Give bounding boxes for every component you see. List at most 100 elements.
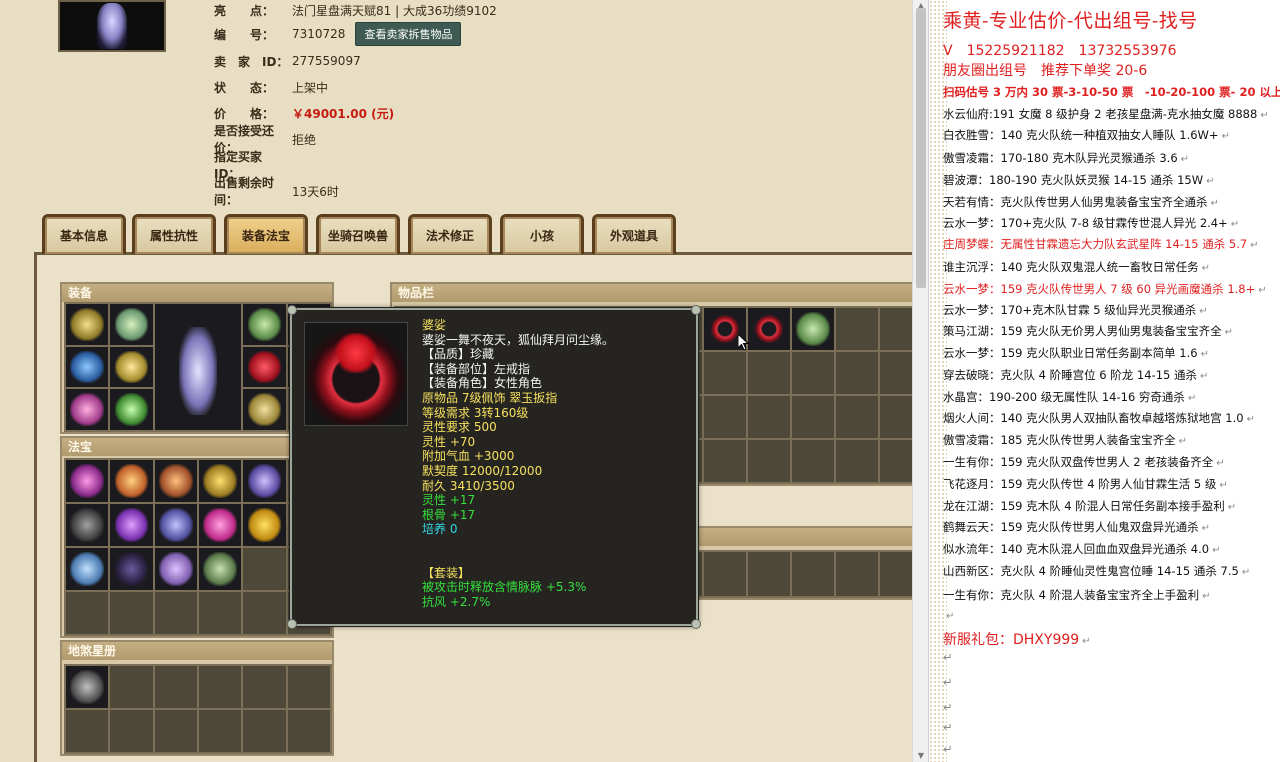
tab-equipment[interactable]: 装备法宝 xyxy=(224,214,308,254)
inventory-slot[interactable] xyxy=(880,440,912,482)
chat-line-text: 傲雪凌霜：170-180 克木队异光灵猴通杀 3.6 xyxy=(943,151,1178,165)
inventory-slot[interactable] xyxy=(836,352,878,394)
star-slot[interactable] xyxy=(198,666,242,708)
chat-line-text: 穿去破晓：克火队 4 阶睡宫位 6 阶龙 14-15 通杀 xyxy=(943,368,1197,382)
star-slot[interactable] xyxy=(287,710,330,752)
tab-appearance[interactable]: 外观道具 xyxy=(592,214,676,254)
equip-slot[interactable] xyxy=(66,304,109,345)
return-mark-icon: ↵ xyxy=(1230,219,1240,230)
fabao-slot[interactable] xyxy=(154,548,197,590)
fabao-slot[interactable] xyxy=(198,460,242,502)
star-slot[interactable] xyxy=(110,710,153,752)
fabao-slot[interactable] xyxy=(66,548,109,590)
inventory-slot[interactable] xyxy=(704,352,746,394)
fabao-slot[interactable] xyxy=(66,592,109,634)
inventory-slot[interactable] xyxy=(748,308,790,350)
fabao-slot[interactable] xyxy=(198,504,242,546)
inventory-slot[interactable] xyxy=(792,440,834,482)
star-slot[interactable] xyxy=(66,666,109,708)
tooltip-line: 默契度 12000/12000 xyxy=(422,463,543,478)
equip-slot[interactable] xyxy=(243,389,286,430)
inventory-slot[interactable] xyxy=(880,352,912,394)
tooltip-line: 灵性要求 500 xyxy=(422,420,497,435)
storage-slot[interactable] xyxy=(836,552,878,596)
inventory-slot[interactable] xyxy=(792,308,834,350)
equip-slot[interactable] xyxy=(243,304,286,345)
inventory-slot[interactable] xyxy=(704,440,746,482)
equip-slot[interactable] xyxy=(243,346,286,388)
star-slot[interactable] xyxy=(243,710,286,752)
info-row-time-left: 出售剩余时间： 13天6时 xyxy=(214,176,339,207)
fabao-slot[interactable] xyxy=(66,504,109,546)
inventory-slot[interactable] xyxy=(704,396,746,438)
tooltip-line: 抗风 +2.7% xyxy=(422,594,491,609)
tooltip-blank-line xyxy=(422,537,614,552)
character-thumbnail xyxy=(58,0,166,52)
fabao-slot[interactable] xyxy=(110,592,153,634)
tab-child[interactable]: 小孩 xyxy=(500,214,584,254)
fabao-slot[interactable] xyxy=(110,548,153,590)
inventory-slot[interactable] xyxy=(792,396,834,438)
fabao-slot[interactable] xyxy=(243,460,286,502)
storage-slot[interactable] xyxy=(704,552,746,596)
chat-line: 一生有你：159 克火队双盘传世男人 2 老孩装备齐全 ↵ xyxy=(943,454,1225,470)
inventory-slot[interactable] xyxy=(880,308,912,350)
tooltip-corner xyxy=(691,619,701,629)
fabao-slot[interactable] xyxy=(110,504,153,546)
tab-spells[interactable]: 法术修正 xyxy=(408,214,492,254)
fabao-slot[interactable] xyxy=(243,592,286,634)
tooltip-line: 原物品 7级佩饰 翠玉扳指 xyxy=(422,390,558,405)
storage-slot[interactable] xyxy=(748,552,790,596)
fabao-slot[interactable] xyxy=(154,460,197,502)
return-mark-icon: ↵ xyxy=(1224,327,1233,338)
storage-slot[interactable] xyxy=(880,552,912,596)
fabao-slot[interactable] xyxy=(154,504,197,546)
inventory-slot[interactable] xyxy=(880,396,912,438)
star-slot[interactable] xyxy=(198,710,242,752)
inventory-slot[interactable] xyxy=(792,352,834,394)
return-mark-icon: ↵ xyxy=(943,742,953,756)
fabao-slot[interactable] xyxy=(154,592,197,634)
inventory-slot[interactable] xyxy=(748,352,790,394)
inventory-slot[interactable] xyxy=(748,396,790,438)
fabao-slot[interactable] xyxy=(243,548,286,590)
star-slot[interactable] xyxy=(154,710,197,752)
return-mark-icon: ↵ xyxy=(1178,436,1187,447)
inventory-slot[interactable] xyxy=(836,440,878,482)
fabao-slot[interactable] xyxy=(198,592,242,634)
page-scrollbar[interactable]: ▲ ▼ xyxy=(912,0,928,762)
ring-item-image xyxy=(304,322,408,426)
star-slot[interactable] xyxy=(110,666,153,708)
inventory-slot[interactable] xyxy=(836,308,878,350)
character-figure xyxy=(97,3,127,49)
storage-slot[interactable] xyxy=(792,552,834,596)
inventory-slot[interactable] xyxy=(836,396,878,438)
star-slot[interactable] xyxy=(243,666,286,708)
tab-attributes[interactable]: 属性抗性 xyxy=(132,214,216,254)
equip-slot[interactable] xyxy=(110,304,153,345)
star-slot[interactable] xyxy=(66,710,109,752)
star-slot[interactable] xyxy=(154,666,197,708)
star-slot[interactable] xyxy=(287,666,330,708)
scrollbar-thumb[interactable] xyxy=(916,8,926,288)
fabao-slot[interactable] xyxy=(66,460,109,502)
chat-line: 傲雪凌霜：170-180 克木队异光灵猴通杀 3.6 ↵ xyxy=(943,150,1189,166)
fabao-slot[interactable] xyxy=(198,548,242,590)
fabao-slot[interactable] xyxy=(110,460,153,502)
tooltip-line: 被攻击时释放含情脉脉 +5.3% xyxy=(422,580,587,595)
return-mark-icon: ↵ xyxy=(1216,458,1225,469)
fabao-slot[interactable] xyxy=(243,504,286,546)
equip-slot[interactable] xyxy=(110,389,153,430)
inventory-slot[interactable] xyxy=(748,440,790,482)
tab-mounts-pets[interactable]: 坐骑召唤兽 xyxy=(316,214,400,254)
equip-slot[interactable] xyxy=(66,346,109,388)
tab-basic-info[interactable]: 基本信息 xyxy=(42,214,126,254)
equip-slot[interactable] xyxy=(66,389,109,430)
tab-label: 坐骑召唤兽 xyxy=(327,229,388,243)
info-value: 7310728 xyxy=(292,27,346,41)
view-seller-items-button[interactable]: 查看卖家拆售物品 xyxy=(355,22,462,46)
chat-line: 水晶宫：190-200 级无属性队 14-16 穷奇通杀 ↵ xyxy=(943,389,1196,405)
scroll-down-icon[interactable]: ▼ xyxy=(916,751,926,761)
equip-slot[interactable] xyxy=(110,346,153,388)
tab-label: 外观道具 xyxy=(609,229,658,243)
